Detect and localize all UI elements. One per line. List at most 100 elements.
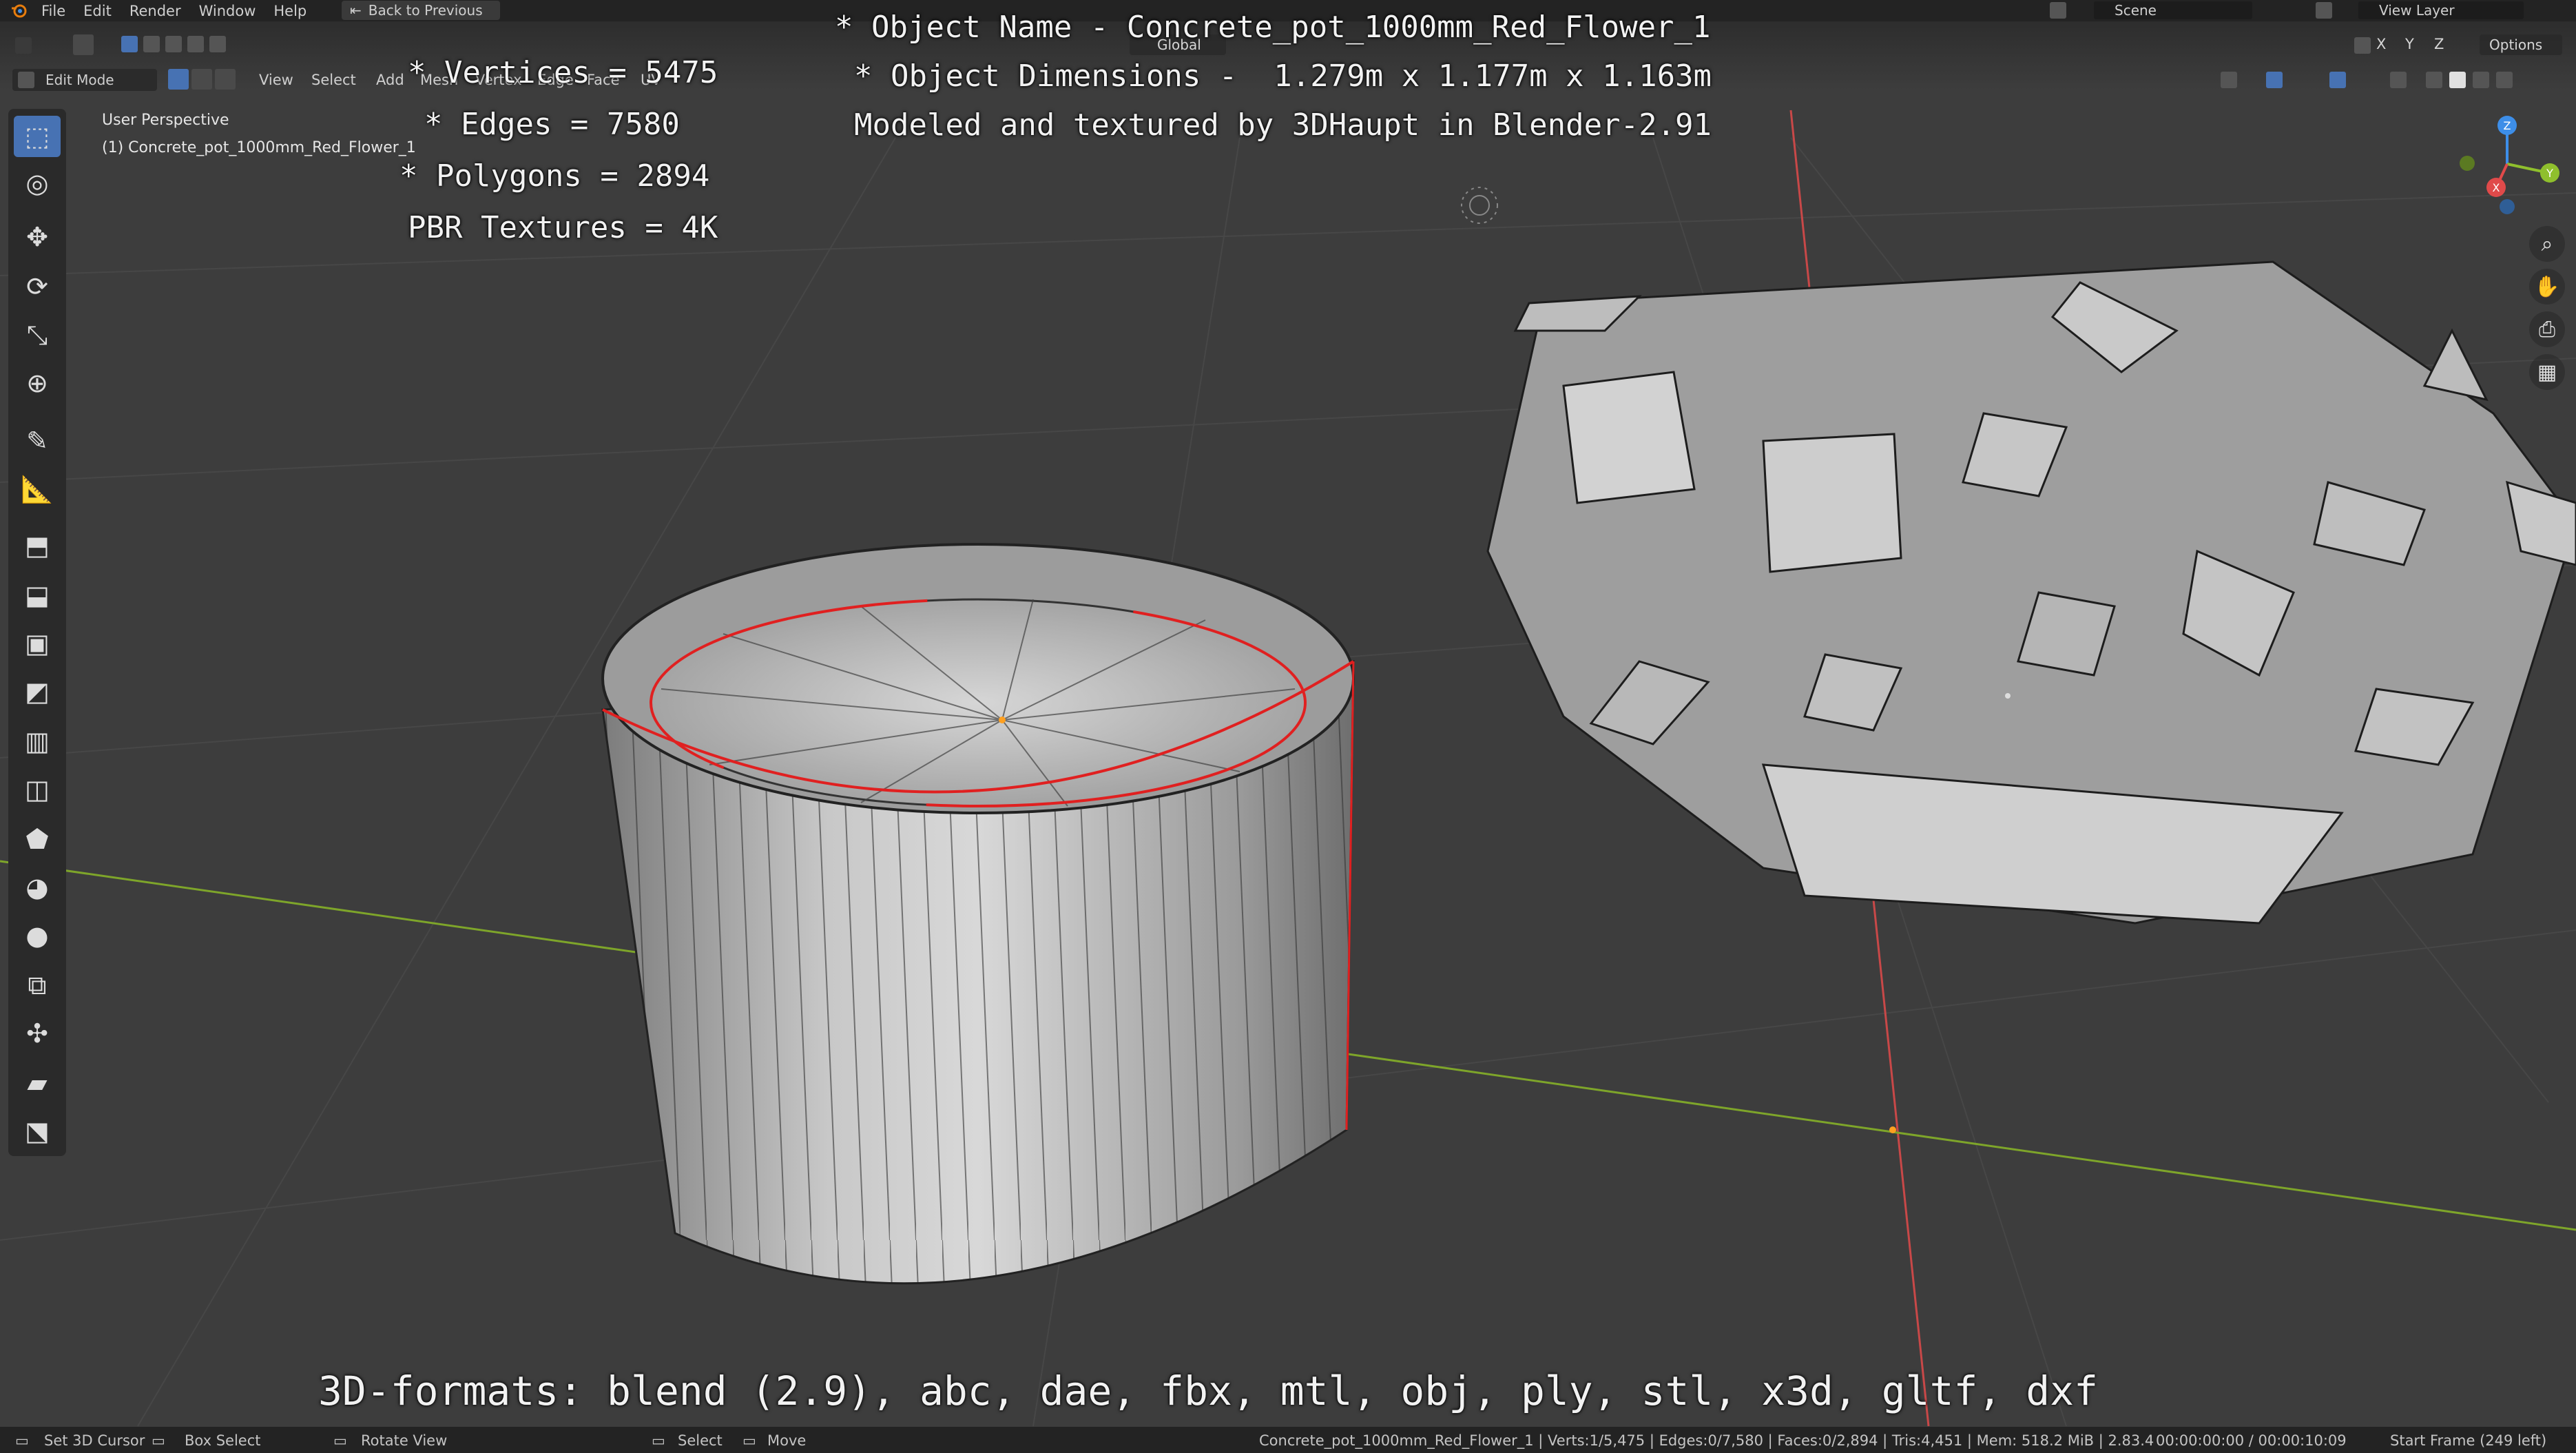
- menu-render[interactable]: Render: [129, 3, 181, 19]
- light-icon: [1461, 187, 1498, 224]
- measure-icon[interactable]: 📐: [14, 468, 61, 510]
- caption-vertices: * Vertices = 5475: [408, 55, 718, 90]
- back-to-previous-label: Back to Previous: [368, 2, 483, 19]
- menu-edit[interactable]: Edit: [83, 3, 112, 19]
- rendered-shading-icon[interactable]: [2496, 72, 2513, 88]
- caption-object-name: * Object Name - Concrete_pot_1000mm_Red_…: [835, 10, 1711, 45]
- axis-z-toggle[interactable]: Z: [2434, 36, 2444, 52]
- zoom-icon[interactable]: ⌕: [2529, 226, 2565, 262]
- status-frame: Start Frame (249 left): [2390, 1432, 2547, 1449]
- viewport-object-label: (1) Concrete_pot_1000mm_Red_Flower_1: [102, 139, 416, 156]
- edge-select-mode-button[interactable]: [191, 69, 212, 90]
- viewport-menu-add[interactable]: Add: [376, 72, 404, 88]
- wireframe-shading-icon[interactable]: [2426, 72, 2442, 88]
- select-difference-icon[interactable]: [187, 36, 204, 52]
- spin-icon[interactable]: ◕: [14, 867, 61, 908]
- status-select: Select: [678, 1432, 723, 1449]
- scale-icon[interactable]: ⤡: [14, 314, 61, 355]
- pot-mesh: [601, 543, 1355, 1285]
- mouse-middle-icon: ▭: [333, 1432, 347, 1449]
- flower-mesh: [1486, 260, 2576, 925]
- bevel-icon[interactable]: ◩: [14, 671, 61, 712]
- shrink-fatten-icon[interactable]: ✣: [14, 1013, 61, 1054]
- select-box-icon[interactable]: ⬚: [14, 116, 61, 157]
- caption-formats: 3D-formats: blend (2.9), abc, dae, fbx, …: [318, 1368, 2099, 1414]
- view-layer-name: View Layer: [2379, 2, 2455, 19]
- smooth-icon[interactable]: ●: [14, 915, 61, 956]
- menu-help[interactable]: Help: [273, 3, 307, 19]
- extrude-icon[interactable]: ⬓: [14, 575, 61, 616]
- select-intersect-icon[interactable]: [209, 36, 226, 52]
- blender-logo-icon[interactable]: [10, 1, 28, 19]
- viewport-menu-select[interactable]: Select: [311, 72, 356, 88]
- select-extend-icon[interactable]: [143, 36, 160, 52]
- status-time: 00:00:00:00 / 00:00:10:09: [2156, 1432, 2347, 1449]
- scene-selector[interactable]: Scene: [2094, 1, 2252, 19]
- loop-cut-icon[interactable]: ▥: [14, 721, 61, 762]
- camera-view-icon[interactable]: ⎙: [2529, 311, 2565, 347]
- menu-window[interactable]: Window: [199, 3, 256, 19]
- status-set-cursor: Set 3D Cursor: [44, 1432, 145, 1449]
- mode-value: Edit Mode: [45, 72, 114, 88]
- scene-name: Scene: [2115, 2, 2157, 19]
- svg-text:Y: Y: [2546, 167, 2553, 180]
- back-icon: ⇤: [350, 2, 362, 19]
- pan-hand-icon[interactable]: ✋: [2529, 269, 2565, 305]
- axis-x-toggle[interactable]: X: [2376, 36, 2386, 52]
- select-new-icon[interactable]: [121, 36, 138, 52]
- solid-shading-icon[interactable]: [2449, 72, 2466, 88]
- rotate-icon[interactable]: ⟳: [14, 266, 61, 307]
- status-stats: Concrete_pot_1000mm_Red_Flower_1 | Verts…: [1259, 1432, 2154, 1449]
- poly-build-icon[interactable]: ⬟: [14, 818, 61, 860]
- scene-icon[interactable]: [2050, 2, 2066, 19]
- view-layer-icon[interactable]: [2316, 2, 2332, 19]
- annotate-icon[interactable]: ✎: [14, 420, 61, 462]
- face-select-mode-button[interactable]: [215, 69, 236, 90]
- viewport-3d[interactable]: Z Y X: [0, 0, 2576, 1453]
- axis-y-toggle[interactable]: Y: [2405, 36, 2414, 52]
- edge-slide-icon[interactable]: ⧉: [14, 965, 61, 1006]
- tool-select-icon[interactable]: [73, 34, 94, 55]
- menu-file[interactable]: File: [41, 3, 65, 19]
- ortho-toggle-icon[interactable]: ▦: [2529, 354, 2565, 390]
- mouse-left-icon: ▭: [15, 1432, 29, 1449]
- knife-icon[interactable]: ◫: [14, 769, 61, 810]
- vertex-select-mode-button[interactable]: [168, 69, 189, 90]
- svg-text:Z: Z: [2504, 119, 2511, 132]
- status-move: Move: [767, 1432, 807, 1449]
- status-box-select: Box Select: [185, 1432, 261, 1449]
- material-shading-icon[interactable]: [2473, 72, 2489, 88]
- editor-type-icon[interactable]: [15, 37, 32, 54]
- navigation-gizmo: Z Y X: [2460, 116, 2559, 214]
- caption-polygons: * Polygons = 2894: [399, 158, 710, 194]
- visibility-icon[interactable]: [2221, 72, 2237, 88]
- caption-textures: PBR Textures = 4K: [408, 210, 718, 245]
- gizmo-toggle-icon[interactable]: [2354, 37, 2371, 54]
- transform-icon[interactable]: ⊕: [14, 362, 61, 404]
- tool-shelf: ⬚ ◎ ✥ ⟳ ⤡ ⊕ ✎ 📐 ⬒ ⬓ ▣ ◩ ▥ ◫ ⬟ ◕ ● ⧉ ✣ ▰ …: [8, 109, 66, 1156]
- options-label: Options: [2489, 37, 2543, 53]
- status-rotate-view: Rotate View: [361, 1432, 448, 1449]
- shear-icon[interactable]: ▰: [14, 1062, 61, 1104]
- mouse-right-icon: ▭: [652, 1432, 665, 1449]
- xray-icon[interactable]: [2390, 72, 2407, 88]
- select-subtract-icon[interactable]: [165, 36, 182, 52]
- cursor-icon[interactable]: ◎: [14, 163, 61, 204]
- viewport-menu-view[interactable]: View: [259, 72, 293, 88]
- edit-mode-icon: [18, 72, 34, 88]
- rip-icon[interactable]: ⬔: [14, 1111, 61, 1152]
- status-bar: ▭ Set 3D Cursor ▭ Box Select ▭ Rotate Vi…: [0, 1427, 2576, 1453]
- caption-credit: Modeled and textured by 3DHaupt in Blend…: [854, 107, 1712, 143]
- view-layer-selector[interactable]: View Layer: [2358, 1, 2524, 19]
- add-cube-icon[interactable]: ⬒: [14, 525, 61, 566]
- overlays-icon[interactable]: [2329, 72, 2346, 88]
- viewport-perspective-label: User Perspective: [102, 112, 229, 129]
- back-to-previous-button[interactable]: ⇤ Back to Previous: [342, 1, 500, 20]
- caption-dimensions: * Object Dimensions - 1.279m x 1.177m x …: [854, 59, 1712, 94]
- options-button[interactable]: Options: [2480, 34, 2562, 55]
- caption-edges: * Edges = 7580: [424, 107, 680, 142]
- inset-icon[interactable]: ▣: [14, 623, 61, 664]
- gizmo-icon[interactable]: [2266, 72, 2283, 88]
- mouse-move-icon: ▭: [742, 1432, 756, 1449]
- move-icon[interactable]: ✥: [14, 216, 61, 258]
